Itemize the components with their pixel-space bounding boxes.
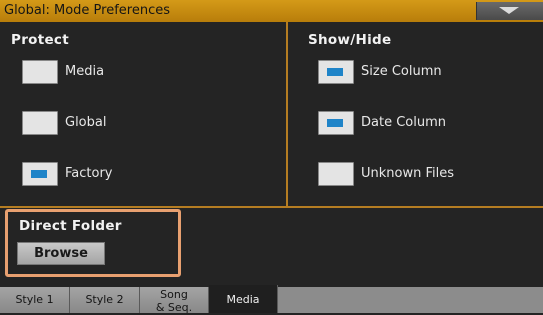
- window-title: Global: Mode Preferences: [4, 3, 170, 18]
- tab-song-seq[interactable]: Song & Seq.: [140, 287, 209, 313]
- checkbox-mark: [327, 68, 343, 76]
- unknown-files-label: Unknown Files: [361, 166, 455, 181]
- protect-factory-checkbox[interactable]: [22, 162, 58, 186]
- tab-style-2[interactable]: Style 2: [70, 287, 140, 313]
- protect-factory-label: Factory: [65, 166, 113, 181]
- protect-media-checkbox[interactable]: [22, 60, 58, 84]
- page-menu-button[interactable]: [476, 2, 543, 20]
- tab-style-1[interactable]: Style 1: [0, 287, 70, 313]
- size-column-checkbox[interactable]: [318, 60, 354, 84]
- show-hide-title: Show/Hide: [308, 32, 392, 48]
- date-column-label: Date Column: [361, 115, 446, 130]
- chevron-down-icon: [499, 7, 519, 14]
- date-column-checkbox[interactable]: [318, 111, 354, 135]
- direct-folder-title: Direct Folder: [19, 218, 122, 234]
- unknown-files-checkbox[interactable]: [318, 162, 354, 186]
- tab-song-seq-line2: & Seq.: [155, 301, 193, 314]
- browse-button[interactable]: Browse: [17, 242, 105, 265]
- tab-bar: Style 1 Style 2 Song & Seq. Media: [0, 285, 543, 313]
- size-column-label: Size Column: [361, 64, 442, 79]
- protect-global-label: Global: [65, 115, 107, 130]
- protect-media-label: Media: [65, 64, 105, 79]
- show-hide-panel: Show/Hide Size Column Date Column Unknow…: [288, 22, 543, 208]
- tab-media-label: Media: [226, 293, 260, 306]
- title-bar: Global: Mode Preferences: [0, 0, 543, 22]
- protect-title: Protect: [11, 32, 69, 48]
- protect-global-checkbox[interactable]: [22, 111, 58, 135]
- tab-song-seq-line1: Song: [160, 288, 188, 301]
- checkbox-mark: [327, 119, 343, 127]
- direct-folder-section: Direct Folder Browse: [5, 209, 181, 277]
- tab-style-1-label: Style 1: [15, 293, 54, 306]
- tab-style-2-label: Style 2: [85, 293, 124, 306]
- checkbox-mark: [31, 170, 47, 178]
- protect-panel: Protect Media Global Factory: [0, 22, 288, 208]
- tab-media[interactable]: Media: [209, 285, 278, 313]
